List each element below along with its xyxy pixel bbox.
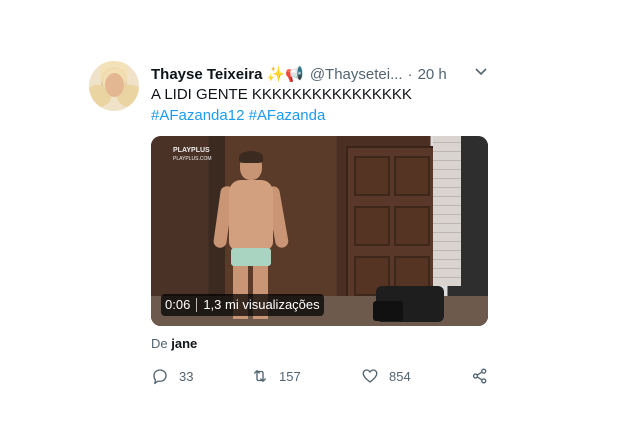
reply-button[interactable]: 33 [151, 366, 193, 386]
video-info-badge: 0:06 1,3 mi visualizações [161, 294, 324, 316]
author-emojis: ✨📢 [266, 66, 304, 83]
reply-icon [153, 369, 167, 385]
video-duration: 0:06 [165, 297, 191, 312]
video-brick-wall [433, 136, 461, 286]
like-count: 854 [389, 368, 411, 384]
like-button[interactable]: 854 [361, 366, 411, 386]
video-player[interactable]: PLAYPLUS PLAYPLUS.COM 0:06 1,3 mi visual… [151, 136, 488, 326]
hashtags: #AFazanda12 #AFazanda [151, 107, 325, 124]
tweet-actions: 33 157 854 [151, 366, 491, 386]
via-source-link[interactable]: jane [171, 336, 197, 351]
separator-dot: · [407, 65, 413, 83]
share-button[interactable] [471, 366, 499, 386]
author-handle[interactable]: @Thaysetei... [310, 66, 403, 83]
retweet-icon [254, 370, 266, 382]
tweet-header: Thayse Teixeira ✨📢 @Thaysetei... · 20 h [151, 64, 447, 84]
retweet-count: 157 [279, 368, 301, 384]
video-door [346, 146, 436, 306]
avatar[interactable] [89, 61, 139, 111]
tweet-card[interactable]: Thayse Teixeira ✨📢 @Thaysetei... · 20 h … [0, 0, 638, 440]
heart-icon [362, 369, 378, 383]
via-prefix: De [151, 336, 168, 351]
hashtag-link[interactable]: #AFazanda [249, 107, 326, 124]
avatar-face [105, 73, 124, 97]
share-icon [472, 368, 487, 384]
tweet-timestamp[interactable]: 20 h [418, 66, 447, 83]
reply-count: 33 [179, 368, 194, 384]
tweet-text: A LIDI GENTE KKKKKKKKKKKKKKKK [151, 86, 412, 103]
video-bucket [373, 301, 403, 321]
chevron-down-icon[interactable] [474, 64, 488, 78]
video-views: 1,3 mi visualizações [203, 297, 320, 312]
retweet-button[interactable]: 157 [251, 366, 301, 386]
hashtag-link[interactable]: #AFazanda12 [151, 107, 244, 124]
via-attribution: De jane [151, 336, 197, 351]
author-name[interactable]: Thayse Teixeira [151, 66, 262, 83]
badge-divider [196, 298, 198, 312]
playplus-logo: PLAYPLUS PLAYPLUS.COM [173, 147, 212, 162]
